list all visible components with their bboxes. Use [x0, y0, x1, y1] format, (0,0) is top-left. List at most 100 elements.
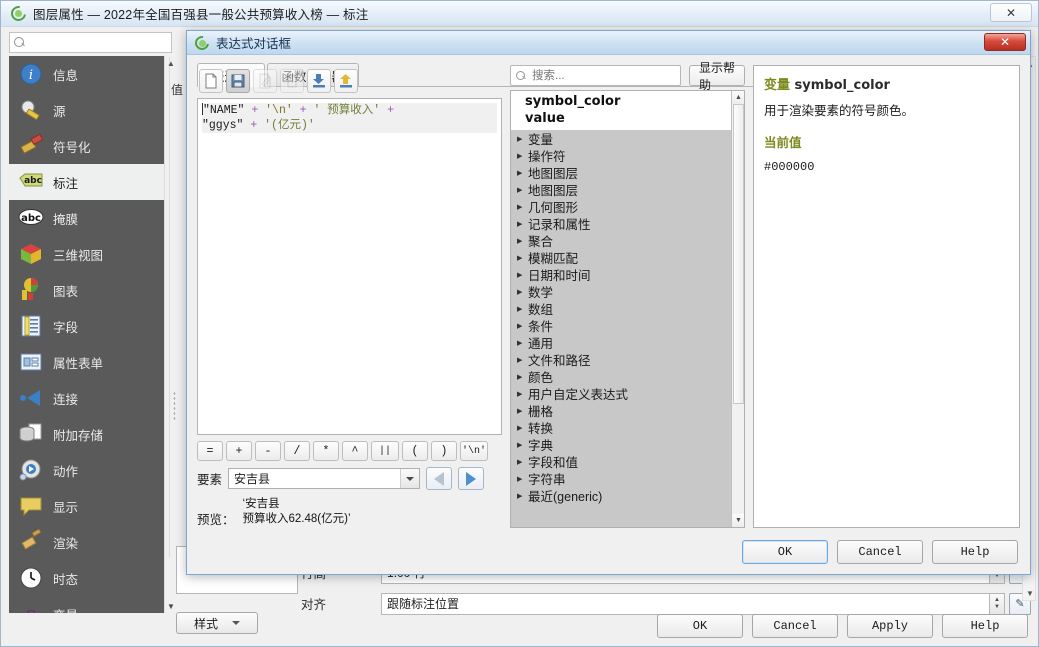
- next-feature-icon[interactable]: [458, 467, 485, 490]
- function-tree[interactable]: symbol_color value ▶ 变量 ▶ 操作符 ▶ 地图图层 ▶ 地图图层 ▶ 几何图形…: [511, 91, 731, 527]
- expression-button-ok[interactable]: OK: [742, 540, 828, 564]
- tree-group-item[interactable]: ▶ 聚合: [511, 232, 731, 249]
- sidebar-item-5[interactable]: 三维视图: [9, 236, 164, 272]
- feature-combobox[interactable]: 安吉县: [228, 468, 421, 489]
- chevron-right-icon[interactable]: ▶: [517, 152, 528, 160]
- sidebar-item-10[interactable]: 附加存储: [9, 416, 164, 452]
- sidebar-item-6[interactable]: 图表: [9, 272, 164, 308]
- chevron-down-icon[interactable]: ▼: [165, 600, 177, 613]
- tree-group-item[interactable]: ▶ 记录和属性: [511, 215, 731, 232]
- chevron-right-icon[interactable]: ▶: [517, 254, 528, 262]
- chevron-right-icon[interactable]: ▶: [517, 475, 528, 483]
- export-expressions-button[interactable]: [334, 69, 358, 93]
- tree-group-item[interactable]: ▶ 几何图形: [511, 198, 731, 215]
- sidebar-item-13[interactable]: 渲染: [9, 524, 164, 560]
- expression-text-editor[interactable]: "NAME" + '\n' + ' 预算收入' + "ggys" + '(亿元)…: [197, 98, 502, 435]
- sidebar-item-14[interactable]: 时态: [9, 560, 164, 596]
- chevron-right-icon[interactable]: ▶: [517, 220, 528, 228]
- chevron-right-icon[interactable]: ▶: [517, 135, 528, 143]
- sidebar-item-1[interactable]: 源: [9, 92, 164, 128]
- function-search-input[interactable]: [530, 68, 680, 83]
- tree-group-item[interactable]: ▶ 颜色: [511, 368, 731, 385]
- chevron-right-icon[interactable]: ▶: [517, 373, 528, 381]
- chevron-down-icon[interactable]: [400, 469, 420, 488]
- tree-group-item[interactable]: ▶ 地图图层: [511, 164, 731, 181]
- sidebar-item-4[interactable]: abc 掩膜: [9, 200, 164, 236]
- chevron-right-icon[interactable]: ▶: [517, 390, 528, 398]
- chevron-right-icon[interactable]: ▶: [517, 305, 528, 313]
- chevron-right-icon[interactable]: ▶: [517, 407, 528, 415]
- tree-group-item[interactable]: ▶ 模糊匹配: [511, 249, 731, 266]
- chevron-right-icon[interactable]: ▶: [517, 169, 528, 177]
- tree-group-item[interactable]: ▶ 条件: [511, 317, 731, 334]
- operator-button-5[interactable]: ^: [342, 441, 368, 461]
- tree-group-item[interactable]: ▶ 字典: [511, 436, 731, 453]
- function-tree-scrollbar[interactable]: ▲ ▼: [731, 91, 744, 527]
- expression-button-help[interactable]: Help: [932, 540, 1018, 564]
- chevron-right-icon[interactable]: ▶: [517, 237, 528, 245]
- sidebar-item-2[interactable]: 符号化: [9, 128, 164, 164]
- chevron-right-icon[interactable]: ▶: [517, 458, 528, 466]
- prev-feature-icon[interactable]: [426, 467, 453, 490]
- import-expressions-button[interactable]: [307, 69, 331, 93]
- main-button-ok[interactable]: OK: [657, 614, 743, 638]
- tree-group-item[interactable]: ▶ 转换: [511, 419, 731, 436]
- chevron-up-icon[interactable]: ▲: [732, 91, 744, 104]
- operator-button-4[interactable]: *: [313, 441, 339, 461]
- operator-button-8[interactable]: ): [431, 441, 457, 461]
- expression-button-cancel[interactable]: Cancel: [837, 540, 923, 564]
- tree-group-item[interactable]: ▶ 日期和时间: [511, 266, 731, 283]
- main-button-apply[interactable]: Apply: [847, 614, 933, 638]
- sidebar-item-12[interactable]: 显示: [9, 488, 164, 524]
- splitter-grip[interactable]: [173, 391, 176, 421]
- sidebar-search-input[interactable]: [29, 35, 159, 50]
- chevron-right-icon[interactable]: ▶: [517, 339, 528, 347]
- tree-header-item[interactable]: value: [525, 110, 731, 127]
- sidebar-item-8[interactable]: 属性表单: [9, 344, 164, 380]
- save-expression-button[interactable]: [226, 69, 250, 93]
- close-button[interactable]: ✕: [990, 3, 1032, 22]
- spinner-icon[interactable]: ▲▼: [990, 592, 1005, 615]
- tree-group-item[interactable]: ▶ 用户自定义表达式: [511, 385, 731, 402]
- tree-group-item[interactable]: ▶ 数学: [511, 283, 731, 300]
- chevron-right-icon[interactable]: ▶: [517, 492, 528, 500]
- tree-group-item[interactable]: ▶ 地图图层: [511, 181, 731, 198]
- chevron-right-icon[interactable]: ▶: [517, 288, 528, 296]
- sidebar-item-3[interactable]: abc 标注: [9, 164, 164, 200]
- show-help-button[interactable]: 显示帮助: [689, 61, 745, 92]
- field-value[interactable]: 跟随标注位置: [381, 592, 990, 615]
- tree-group-item[interactable]: ▶ 通用: [511, 334, 731, 351]
- operator-button-7[interactable]: (: [402, 441, 428, 461]
- sidebar-search-box[interactable]: [9, 32, 172, 53]
- sidebar-item-9[interactable]: 连接: [9, 380, 164, 416]
- tree-group-item[interactable]: ▶ 字段和值: [511, 453, 731, 470]
- tree-group-item[interactable]: ▶ 操作符: [511, 147, 731, 164]
- scrollbar-thumb[interactable]: [733, 104, 744, 404]
- tree-group-item[interactable]: ▶ 最近(generic): [511, 487, 731, 504]
- expression-close-button[interactable]: ✕: [984, 33, 1026, 51]
- main-button-help[interactable]: Help: [942, 614, 1028, 638]
- operator-button-3[interactable]: /: [284, 441, 310, 461]
- tree-group-item[interactable]: ▶ 文件和路径: [511, 351, 731, 368]
- tree-group-item[interactable]: ▶ 栅格: [511, 402, 731, 419]
- chevron-right-icon[interactable]: ▶: [517, 424, 528, 432]
- operator-button-2[interactable]: -: [255, 441, 281, 461]
- sidebar-item-0[interactable]: i 信息: [9, 56, 164, 92]
- new-expression-button[interactable]: [199, 69, 223, 93]
- operator-button-0[interactable]: =: [197, 441, 223, 461]
- tree-header-item[interactable]: symbol_color: [525, 93, 731, 110]
- chevron-right-icon[interactable]: ▶: [517, 441, 528, 449]
- main-button-cancel[interactable]: Cancel: [752, 614, 838, 638]
- chevron-right-icon[interactable]: ▶: [517, 322, 528, 330]
- sidebar-item-11[interactable]: 动作: [9, 452, 164, 488]
- tree-group-item[interactable]: ▶ 变量: [511, 130, 731, 147]
- sidebar-item-15[interactable]: ε 变量: [9, 596, 164, 613]
- chevron-down-icon[interactable]: ▼: [732, 514, 744, 527]
- chevron-right-icon[interactable]: ▶: [517, 186, 528, 194]
- tree-group-item[interactable]: ▶ 字符串: [511, 470, 731, 487]
- chevron-down-icon[interactable]: ▼: [1023, 586, 1037, 600]
- operator-button-1[interactable]: +: [226, 441, 252, 461]
- function-search-box[interactable]: [510, 65, 681, 86]
- chevron-right-icon[interactable]: ▶: [517, 271, 528, 279]
- sidebar-item-7[interactable]: 字段: [9, 308, 164, 344]
